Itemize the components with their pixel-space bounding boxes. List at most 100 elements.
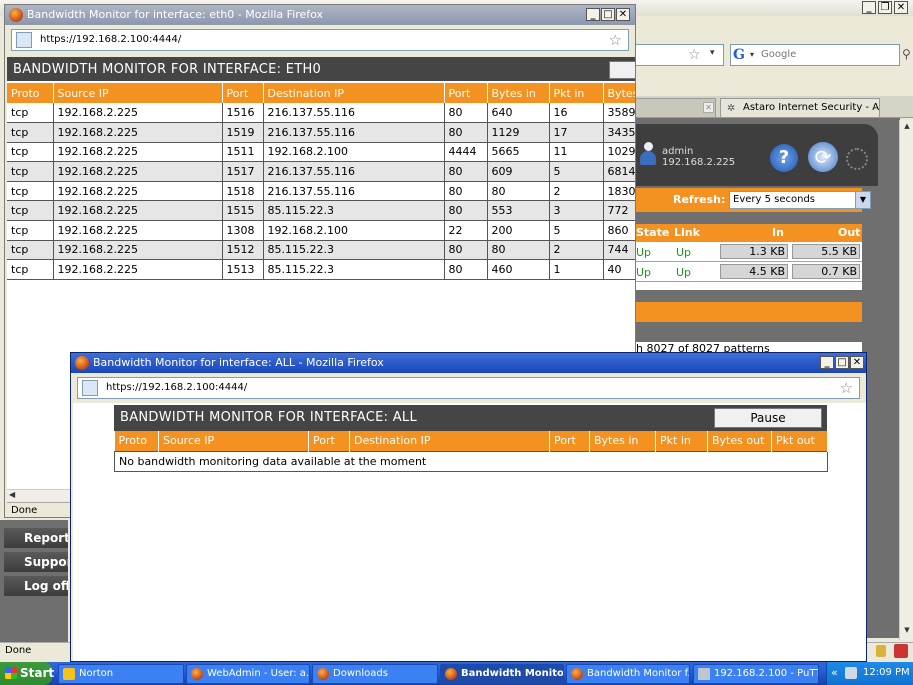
tab-astaro[interactable]: ✲ Astaro Internet Security - All... [720, 98, 880, 118]
search-icon[interactable]: ⚲ [902, 47, 911, 61]
firefox-icon [445, 668, 457, 680]
interface-in: 1.3 KB [720, 244, 788, 259]
bookmark-star-icon[interactable]: ☆ [688, 47, 701, 63]
help-icon[interactable]: ? [770, 144, 798, 172]
task-bandwidth-monitor[interactable]: Bandwidth Monitor f... [566, 664, 690, 684]
nav-support[interactable]: Support [4, 552, 68, 572]
bg-restore-button[interactable]: ❐ [878, 1, 892, 14]
all-window-title: Bandwidth Monitor for interface: ALL - M… [93, 356, 384, 369]
col-bytes-in[interactable]: Bytes in [487, 83, 550, 103]
scroll-left-icon[interactable]: ◀ [9, 490, 15, 499]
network-icon[interactable] [845, 667, 857, 679]
cell: 3435 [603, 122, 635, 143]
col-pkt-out[interactable]: Pkt out [771, 431, 828, 451]
google-search-field[interactable]: G ▾ Google [730, 44, 900, 66]
cell: 5 [549, 220, 604, 241]
cell: tcp [7, 259, 54, 280]
col-destination-ip[interactable]: Destination IP [263, 83, 445, 103]
col-destination-port[interactable]: Port [549, 431, 590, 451]
bg-close-button[interactable]: ✕ [894, 1, 908, 14]
eth0-url-bar[interactable]: https://192.168.2.100:4444/ ☆ [11, 29, 629, 51]
interface-link: Up [676, 246, 692, 259]
col-bytes-out[interactable]: Bytes out [707, 431, 772, 451]
tab-close-icon[interactable]: ✕ [703, 102, 714, 113]
start-label: Start [20, 666, 55, 680]
col-destination-port[interactable]: Port [444, 83, 488, 103]
search-engine-dropdown-icon[interactable]: ▾ [750, 50, 754, 59]
bg-minimize-button[interactable]: _ [862, 1, 876, 14]
task-bandwidth-monitor-active[interactable]: Bandwidth Monito... [440, 664, 564, 684]
start-button[interactable]: Start [0, 662, 55, 685]
nav-reporting[interactable]: Reporting [4, 528, 68, 548]
col-proto[interactable]: Proto [7, 83, 54, 103]
cell: 1830 [603, 181, 635, 202]
empty-message: No bandwidth monitoring data available a… [114, 450, 828, 472]
bookmark-star-icon[interactable]: ☆ [840, 378, 853, 398]
col-proto[interactable]: Proto [114, 431, 159, 451]
all-page: BANDWIDTH MONITOR FOR INTERFACE: ALL Pau… [73, 403, 866, 661]
all-titlebar[interactable]: Bandwidth Monitor for interface: ALL - M… [71, 353, 866, 373]
col-pkt-in[interactable]: Pkt in [549, 83, 604, 103]
eth0-minimize-button[interactable]: _ [586, 8, 600, 21]
scroll-up-icon[interactable]: ▲ [901, 122, 913, 134]
all-minimize-button[interactable]: _ [820, 356, 834, 369]
scroll-down-icon[interactable]: ▼ [901, 626, 913, 638]
interface-link: Up [676, 266, 692, 279]
eth0-maximize-button[interactable]: □ [601, 8, 615, 21]
firefox-icon [571, 668, 583, 680]
cell: tcp [7, 181, 54, 202]
clock[interactable]: 12:09 PM [863, 667, 910, 678]
col-bytes-out[interactable]: Bytes [603, 83, 635, 103]
col-destination-ip[interactable]: Destination IP [349, 431, 550, 451]
cell: 5 [549, 161, 604, 182]
all-url-bar[interactable]: https://192.168.2.100:4444/ ☆ [77, 377, 860, 399]
table-row: tcp 192.168.2.225 1308 192.168.2.100 22 200 5 8… [7, 220, 635, 241]
url-dropdown-icon[interactable]: ▾ [710, 48, 715, 58]
cell: 216.137.55.116 [263, 103, 445, 124]
refresh-interval-select[interactable]: Every 5 seconds ▼ [729, 191, 871, 209]
vertical-scrollbar[interactable]: ▲ ▼ [899, 120, 913, 640]
col-source-port[interactable]: Port [222, 83, 264, 103]
col-pkt-in[interactable]: Pkt in [655, 431, 708, 451]
refresh-label: Refresh: [673, 193, 726, 206]
col-source-ip[interactable]: Source IP [53, 83, 223, 103]
interface-state: Up [636, 266, 652, 279]
cell: tcp [7, 103, 54, 124]
addon-icon[interactable] [894, 644, 908, 658]
cell: tcp [7, 161, 54, 182]
eth0-close-button[interactable]: ✕ [616, 8, 630, 21]
cell: 80 [444, 200, 488, 222]
cell: 1 [549, 259, 604, 280]
task-webadmin[interactable]: WebAdmin - User: a... [186, 664, 310, 684]
tab-webadmin[interactable]: ✕ [634, 98, 716, 118]
user-name: admin [662, 146, 694, 157]
firefox-icon [9, 8, 23, 22]
table-row: tcp 192.168.2.225 1511 192.168.2.100 4444 566… [7, 142, 635, 163]
col-source-ip[interactable]: Source IP [158, 431, 309, 451]
cell: 460 [487, 259, 550, 280]
eth0-titlebar[interactable]: Bandwidth Monitor for interface: eth0 - … [5, 5, 635, 25]
all-url-text: https://192.168.2.100:4444/ [106, 382, 248, 393]
eth0-window-title: Bandwidth Monitor for interface: eth0 - … [27, 8, 324, 21]
cell: 192.168.2.100 [263, 220, 445, 241]
all-maximize-button[interactable]: □ [835, 356, 849, 369]
col-bytes-in[interactable]: Bytes in [589, 431, 656, 451]
task-putty[interactable]: 192.168.2.100 - PuTTY [693, 664, 819, 684]
cell: 80 [444, 161, 488, 182]
windows-flag-icon [5, 667, 17, 679]
eth0-pause-button[interactable] [609, 61, 635, 79]
pause-button[interactable]: Pause [714, 408, 822, 428]
astaro-tab-icon: ✲ [727, 103, 736, 114]
all-close-button[interactable]: ✕ [850, 356, 864, 369]
task-downloads[interactable]: Downloads [312, 664, 438, 684]
tray-expand-icon[interactable]: « [831, 666, 838, 679]
nav-log-off[interactable]: Log off [4, 576, 68, 596]
cell: 3589 [603, 103, 635, 124]
cell: tcp [7, 240, 54, 261]
cell: 192.168.2.225 [53, 240, 223, 261]
chevron-down-icon[interactable]: ▼ [855, 192, 870, 208]
task-norton[interactable]: Norton [58, 664, 184, 684]
bookmark-star-icon[interactable]: ☆ [609, 30, 622, 50]
col-source-port[interactable]: Port [308, 431, 350, 451]
reload-icon[interactable]: ⟳ [808, 142, 838, 172]
